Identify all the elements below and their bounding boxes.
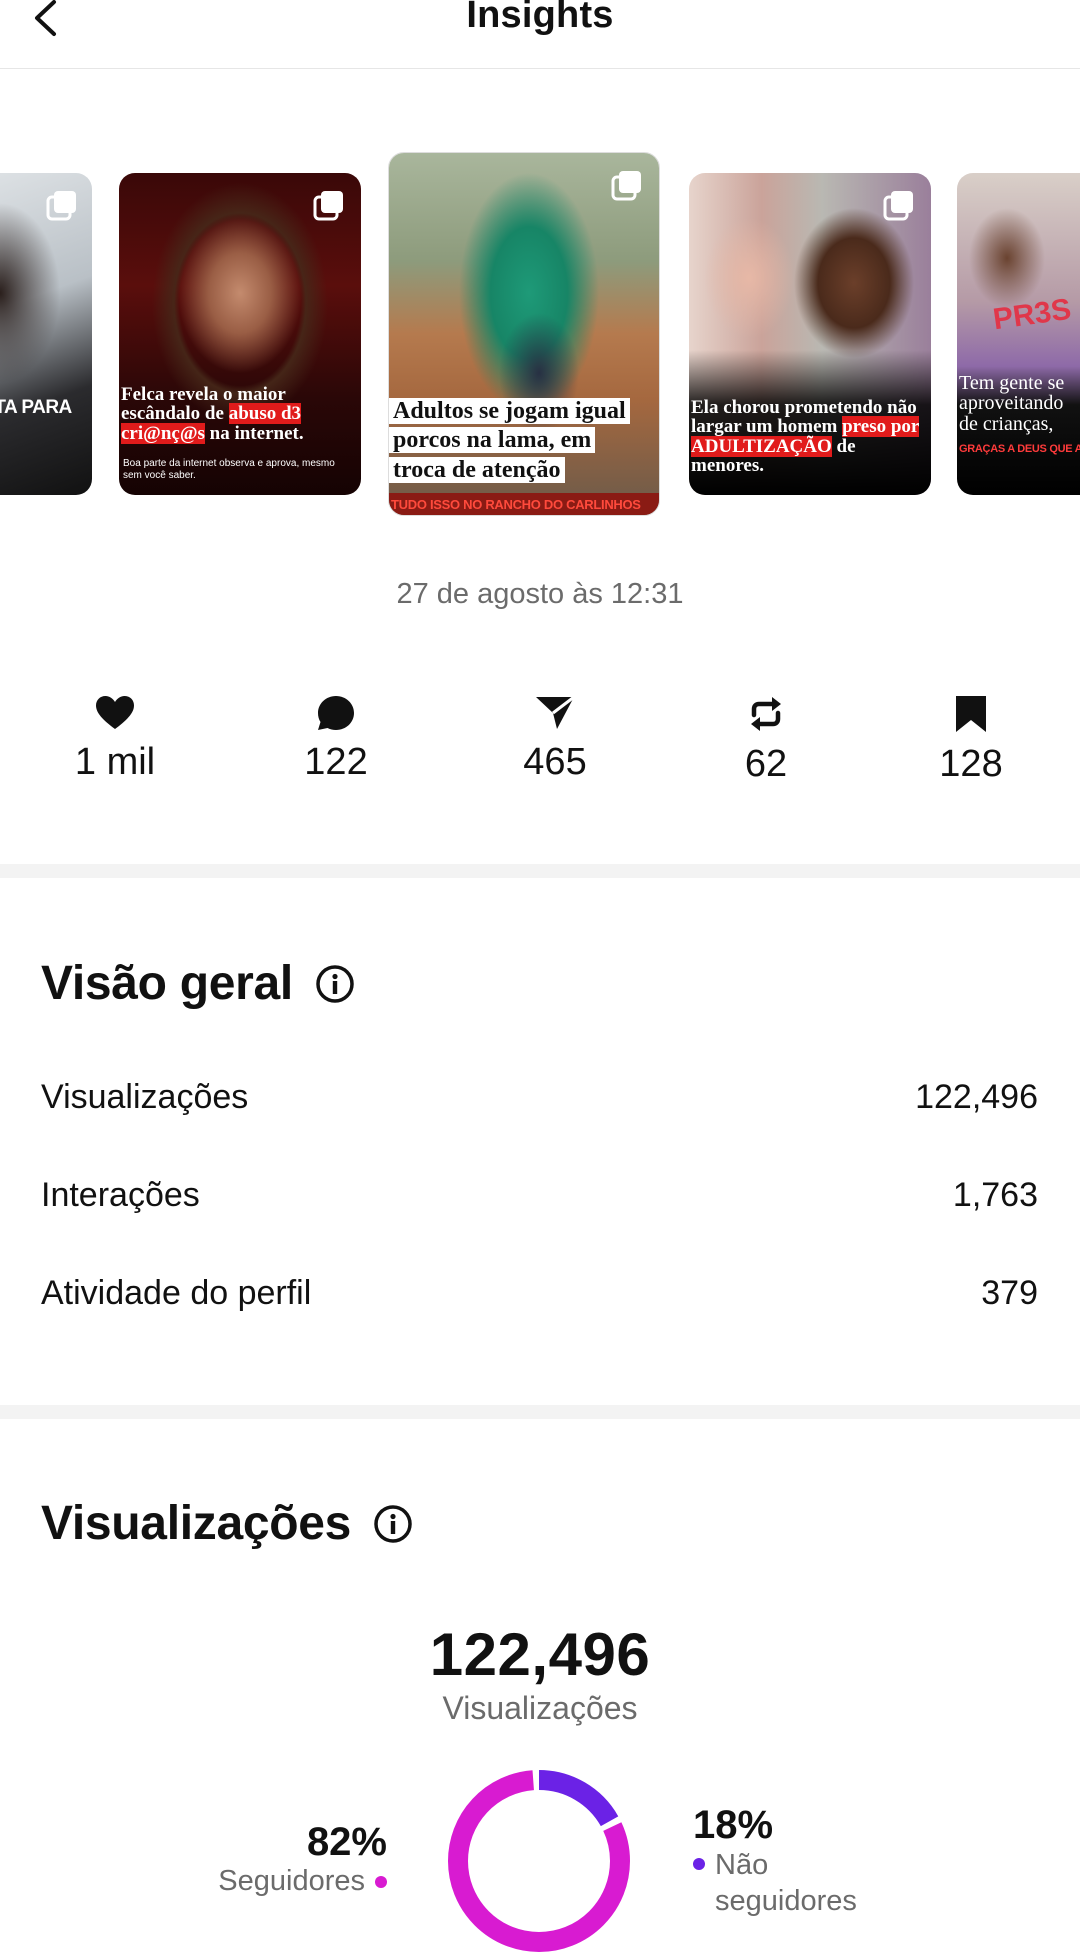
- stat-likes: 1 mil: [35, 695, 195, 784]
- stat-reposts: 62: [686, 695, 846, 786]
- nonfollowers-label-line1: Não: [715, 1849, 769, 1881]
- views-total-label: Visualizações: [442, 1690, 638, 1726]
- nonfollowers-label-line2: seguidores: [715, 1884, 857, 1917]
- row-label: Interações: [41, 1176, 200, 1214]
- stat-shares: 465: [475, 695, 635, 784]
- carousel-card[interactable]: Adultos se jogam igual porcos na lama, e…: [388, 152, 660, 516]
- nonfollowers-dot: [693, 1858, 705, 1870]
- multi-post-icon: [883, 191, 913, 221]
- heart-icon: [96, 696, 134, 729]
- stat-value: 128: [939, 743, 1003, 785]
- info-icon[interactable]: [373, 1504, 413, 1544]
- card-caption: Ela chorou prometendo não largar um home…: [691, 397, 920, 477]
- card-caption: Felca revela o maior escândalo de abuso …: [121, 384, 304, 444]
- stat-value: 465: [523, 741, 587, 783]
- card-subcaption: Boa parte da internet observa e aprova, …: [123, 458, 335, 481]
- views-donut-chart: [448, 1770, 630, 1952]
- row-value: 122,496: [915, 1078, 1038, 1116]
- info-icon[interactable]: [315, 964, 355, 1004]
- nonfollowers-percent: 18%: [693, 1803, 774, 1847]
- repost-icon: [751, 697, 781, 731]
- card-strip: TUDO ISSO NO RANCHO DO CARLINHOS MAIA: [389, 493, 659, 515]
- stat-comments: 122: [256, 695, 416, 784]
- views-total: 122,496: [429, 1621, 651, 1688]
- followers-label: Seguidores: [218, 1865, 365, 1897]
- multi-post-icon: [46, 191, 76, 221]
- followers-dot: [375, 1875, 387, 1888]
- carousel-card[interactable]: PETA PARA SE.: [0, 173, 92, 495]
- overview-row-interactions[interactable]: Interações 1,763: [41, 1176, 1038, 1215]
- stat-value: 122: [304, 741, 368, 783]
- row-label: Visualizações: [41, 1078, 249, 1116]
- carousel-card[interactable]: Felca revela o maior escândalo de abuso …: [119, 173, 361, 495]
- stat-value: 1 mil: [74, 741, 156, 783]
- followers-percent: 82%: [306, 1820, 387, 1864]
- overview-title: Visão geral: [41, 956, 355, 1011]
- comment-icon: [318, 696, 354, 730]
- row-value: 1,763: [952, 1176, 1038, 1214]
- card-caption: Adultos se jogam igual porcos na lama, e…: [389, 397, 659, 485]
- nonfollowers-legend: 18% Não seguidores: [693, 1803, 857, 1920]
- stat-value: 62: [744, 743, 788, 785]
- row-label: Atividade do perfil: [41, 1274, 312, 1312]
- section-divider: [0, 1405, 1080, 1419]
- page-title: Insights: [466, 0, 614, 36]
- followers-legend: 82% Seguidores: [218, 1820, 387, 1898]
- stat-saves: 128: [891, 695, 1051, 786]
- post-carousel[interactable]: PETA PARA SE. Felca revela o maior escân…: [0, 150, 1080, 520]
- top-bar: Insights: [0, 0, 1080, 69]
- post-date: 27 de agosto às 12:31: [396, 578, 684, 610]
- carousel-card[interactable]: Ela chorou prometendo não largar um home…: [689, 173, 931, 495]
- card-caption: PETA PARA SE.: [0, 397, 72, 418]
- multi-post-icon: [611, 171, 641, 201]
- card-strip: GRAÇAS A DEUS QUE ALGO B: [959, 443, 1080, 455]
- overview-row-views[interactable]: Visualizações 122,496: [41, 1078, 1038, 1117]
- bookmark-icon: [956, 696, 986, 732]
- multi-post-icon: [313, 191, 343, 221]
- card-caption: Tem gente se aproveitando de crianças,: [959, 372, 1065, 435]
- section-divider: [0, 864, 1080, 878]
- share-icon: [536, 695, 575, 729]
- overview-row-profile-activity[interactable]: Atividade do perfil 379: [41, 1274, 1038, 1313]
- carousel-card[interactable]: PR3S Tem gente se aproveitando de crianç…: [957, 173, 1080, 495]
- row-value: 379: [981, 1274, 1038, 1312]
- views-title: Visualizações: [41, 1496, 413, 1551]
